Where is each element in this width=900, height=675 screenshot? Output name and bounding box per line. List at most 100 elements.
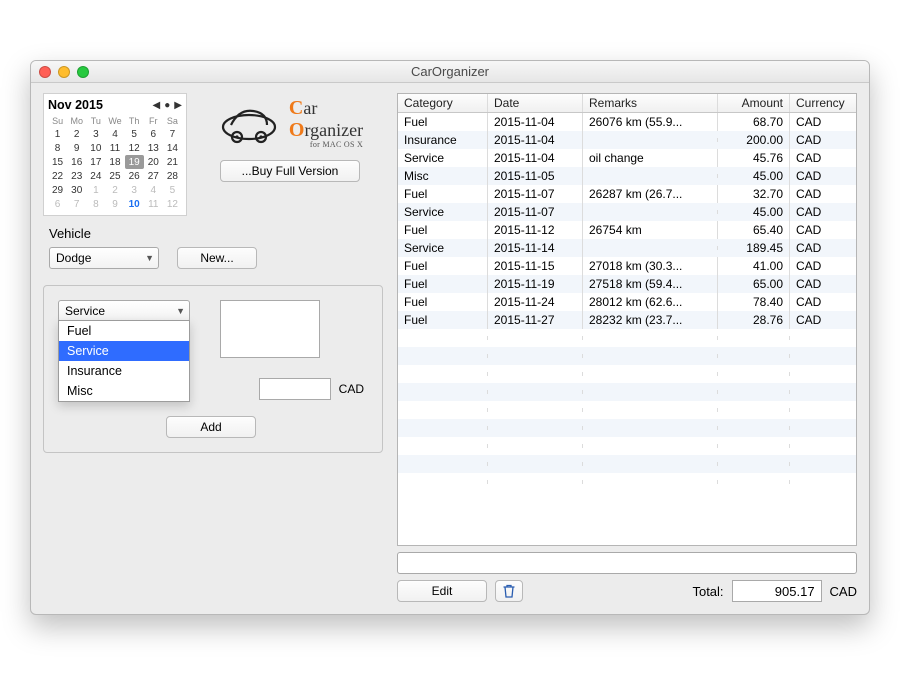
amount-input[interactable]: [259, 378, 331, 400]
calendar-day[interactable]: 25: [105, 169, 124, 183]
new-vehicle-button[interactable]: New...: [177, 247, 257, 269]
calendar-day[interactable]: 23: [67, 169, 86, 183]
calendar-day[interactable]: 2: [105, 183, 124, 197]
table-row[interactable]: Service2015-11-04oil change45.76CAD: [398, 149, 856, 167]
expenses-table[interactable]: Category Date Remarks Amount Currency Fu…: [397, 93, 857, 546]
table-row[interactable]: Fuel2015-11-2728232 km (23.7...28.76CAD: [398, 311, 856, 329]
table-row[interactable]: Fuel2015-11-2428012 km (62.6...78.40CAD: [398, 293, 856, 311]
category-select[interactable]: Service ▼: [58, 300, 190, 322]
column-remarks[interactable]: Remarks: [583, 94, 718, 112]
buy-full-version-button[interactable]: ...Buy Full Version: [220, 160, 360, 182]
calendar-day[interactable]: 3: [125, 183, 144, 197]
table-row[interactable]: Fuel2015-11-1927518 km (59.4...65.00CAD: [398, 275, 856, 293]
table-row[interactable]: Service2015-11-0745.00CAD: [398, 203, 856, 221]
calendar-today-icon[interactable]: ●: [164, 100, 170, 111]
calendar-day[interactable]: 13: [144, 141, 163, 155]
calendar-day[interactable]: 27: [144, 169, 163, 183]
chevron-down-icon: ▼: [176, 306, 185, 316]
table-header: Category Date Remarks Amount Currency: [398, 94, 856, 113]
column-date[interactable]: Date: [488, 94, 583, 112]
category-option[interactable]: Misc: [59, 381, 189, 401]
calendar-day[interactable]: 29: [48, 183, 67, 197]
car-icon: [217, 101, 281, 145]
table-row[interactable]: Fuel2015-11-0726287 km (26.7...32.70CAD: [398, 185, 856, 203]
cell-category: Fuel: [398, 257, 488, 275]
calendar-day[interactable]: 15: [48, 155, 67, 169]
calendar-day[interactable]: 4: [144, 183, 163, 197]
table-row[interactable]: Insurance2015-11-04200.00CAD: [398, 131, 856, 149]
delete-button[interactable]: [495, 580, 523, 602]
cell-amount: 200.00: [718, 131, 790, 149]
calendar-day[interactable]: 14: [163, 141, 182, 155]
calendar-day[interactable]: 26: [125, 169, 144, 183]
calendar-day[interactable]: 22: [48, 169, 67, 183]
category-dropdown[interactable]: FuelServiceInsuranceMisc: [58, 320, 190, 402]
calendar-day[interactable]: 8: [86, 197, 105, 211]
calendar-day[interactable]: 10: [125, 197, 144, 211]
cell-amount: 189.45: [718, 239, 790, 257]
calendar-day[interactable]: 3: [86, 127, 105, 141]
calendar-day[interactable]: 28: [163, 169, 182, 183]
calendar[interactable]: Nov 2015 ◀ ● ▶ SuMoTuWeThFrSa12345678910…: [43, 93, 187, 216]
search-input[interactable]: [397, 552, 857, 574]
category-option[interactable]: Service: [59, 341, 189, 361]
calendar-day[interactable]: 7: [163, 127, 182, 141]
calendar-next-icon[interactable]: ▶: [174, 100, 182, 111]
calendar-day[interactable]: 1: [86, 183, 105, 197]
calendar-day[interactable]: 19: [125, 155, 144, 169]
calendar-day[interactable]: 1: [48, 127, 67, 141]
cell-currency: CAD: [790, 113, 856, 131]
table-row-empty: [398, 329, 856, 347]
cell-date: 2015-11-07: [488, 203, 583, 221]
column-currency[interactable]: Currency: [790, 94, 856, 112]
edit-button[interactable]: Edit: [397, 580, 487, 602]
cell-category: Service: [398, 203, 488, 221]
calendar-day[interactable]: 20: [144, 155, 163, 169]
calendar-day[interactable]: 10: [86, 141, 105, 155]
calendar-day[interactable]: 11: [105, 141, 124, 155]
cell-remarks: 27018 km (30.3...: [583, 257, 718, 275]
table-row[interactable]: Fuel2015-11-1226754 km65.40CAD: [398, 221, 856, 239]
calendar-day[interactable]: 4: [105, 127, 124, 141]
calendar-day[interactable]: 7: [67, 197, 86, 211]
calendar-day[interactable]: 6: [144, 127, 163, 141]
calendar-day[interactable]: 16: [67, 155, 86, 169]
calendar-day[interactable]: 5: [163, 183, 182, 197]
total-currency: CAD: [830, 584, 857, 599]
column-amount[interactable]: Amount: [718, 94, 790, 112]
table-row[interactable]: Fuel2015-11-1527018 km (30.3...41.00CAD: [398, 257, 856, 275]
cell-date: 2015-11-14: [488, 239, 583, 257]
table-row[interactable]: Service2015-11-14189.45CAD: [398, 239, 856, 257]
calendar-day[interactable]: 21: [163, 155, 182, 169]
trash-icon: [503, 584, 515, 598]
calendar-day[interactable]: 30: [67, 183, 86, 197]
vehicle-select[interactable]: Dodge ▼: [49, 247, 159, 269]
calendar-title: Nov 2015: [48, 98, 103, 112]
category-option[interactable]: Fuel: [59, 321, 189, 341]
column-category[interactable]: Category: [398, 94, 488, 112]
calendar-day[interactable]: 12: [125, 141, 144, 155]
cell-category: Fuel: [398, 221, 488, 239]
calendar-day[interactable]: 18: [105, 155, 124, 169]
calendar-day[interactable]: 8: [48, 141, 67, 155]
calendar-day[interactable]: 9: [67, 141, 86, 155]
calendar-day[interactable]: 17: [86, 155, 105, 169]
table-row[interactable]: Misc2015-11-0545.00CAD: [398, 167, 856, 185]
remarks-textarea[interactable]: [220, 300, 320, 358]
table-row[interactable]: Fuel2015-11-0426076 km (55.9...68.70CAD: [398, 113, 856, 131]
calendar-dow: We: [105, 115, 124, 127]
calendar-day[interactable]: 12: [163, 197, 182, 211]
cell-remarks: 26287 km (26.7...: [583, 185, 718, 203]
add-button[interactable]: Add: [166, 416, 256, 438]
calendar-day[interactable]: 9: [105, 197, 124, 211]
cell-category: Fuel: [398, 185, 488, 203]
calendar-day[interactable]: 11: [144, 197, 163, 211]
calendar-day[interactable]: 6: [48, 197, 67, 211]
cell-date: 2015-11-24: [488, 293, 583, 311]
calendar-day[interactable]: 24: [86, 169, 105, 183]
calendar-day[interactable]: 5: [125, 127, 144, 141]
category-option[interactable]: Insurance: [59, 361, 189, 381]
calendar-day[interactable]: 2: [67, 127, 86, 141]
cell-remarks: 27518 km (59.4...: [583, 275, 718, 293]
calendar-prev-icon[interactable]: ◀: [153, 100, 161, 111]
